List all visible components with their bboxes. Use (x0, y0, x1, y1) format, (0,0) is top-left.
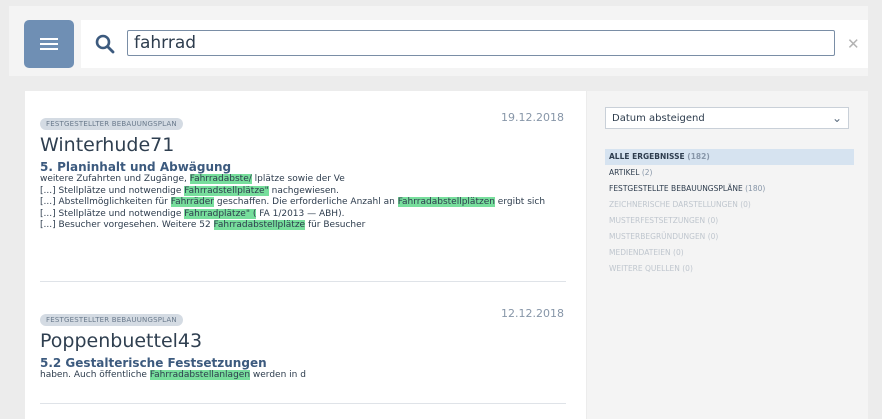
result-divider (40, 281, 566, 282)
filter-count: (0) (740, 200, 751, 209)
filter-count: (0) (682, 264, 693, 273)
snippet-text: nachgewiesen. (268, 185, 339, 196)
search-icon[interactable] (94, 33, 116, 55)
snippet-text: haben. Auch öffentliche (40, 370, 150, 380)
filter-item[interactable]: FESTGESTELLTE BEBAUUNGSPLÄNE (180) (605, 181, 854, 197)
results-list: FESTGESTELLTER BEBAUUNGSPLAN 19.12.2018 … (25, 91, 586, 419)
snippet-text: lplätze sowie der Ve (251, 174, 345, 184)
result-divider (40, 403, 566, 404)
filter-label: MEDIENDATEIEN (609, 248, 674, 257)
search-highlight: Fahrradabstellplätze (213, 220, 306, 230)
menu-icon (40, 37, 58, 51)
search-bar: ✕ (9, 6, 868, 76)
filter-item[interactable]: MUSTERFESTSETZUNGEN (0) (605, 213, 854, 229)
search-highlight: Fahrradplätze" ( (184, 208, 257, 219)
result-date: 12.12.2018 (501, 307, 564, 320)
search-field: ✕ (81, 20, 868, 68)
snippet-text: [...] Abstellmöglichkeiten für (40, 197, 171, 207)
snippet-text: [...] Stellplätze und notwendige (40, 185, 185, 196)
filter-label: MUSTERFESTSETZUNGEN (609, 216, 708, 225)
filter-count: (0) (673, 248, 684, 257)
snippet-line: [...] Besucher vorgesehen. Weitere 52 Fa… (40, 220, 560, 232)
snippet-text: [...] Besucher vorgesehen. Weitere 52 (40, 220, 214, 230)
result-section-heading[interactable]: 5.2 Gestalterische Festsetzungen (40, 356, 586, 370)
result-section-heading[interactable]: 5. Planinhalt und Abwägung (40, 160, 586, 174)
filter-item[interactable]: ARTIKEL (2) (605, 165, 854, 181)
filter-label: FESTGESTELLTE BEBAUUNGSPLÄNE (609, 184, 746, 193)
filter-count: (0) (707, 216, 719, 225)
search-input[interactable] (127, 30, 835, 56)
menu-button[interactable] (24, 20, 74, 68)
filter-label: WEITERE QUELLEN (609, 264, 683, 273)
result-type-badge: FESTGESTELLTER BEBAUUNGSPLAN (40, 118, 183, 130)
filter-count: (182) (687, 152, 710, 161)
filter-item[interactable]: MEDIENDATEIEN (0) (605, 245, 854, 261)
search-highlight: Fahrradabste/ (189, 174, 252, 184)
result-date: 19.12.2018 (501, 111, 564, 124)
close-icon[interactable]: ✕ (847, 35, 860, 53)
filter-item[interactable]: ALLE ERGEBNISSE (182) (605, 149, 854, 165)
snippet-text: ergibt sich (494, 197, 546, 207)
search-highlight: Fahrräder (170, 197, 215, 207)
search-highlight: Fahrradabstellplätzen (397, 197, 495, 207)
filter-label: ARTIKEL (609, 168, 642, 177)
result-title[interactable]: Poppenbuettel43 (40, 330, 586, 352)
search-highlight: Fahrradstellplätze" (184, 185, 269, 196)
chevron-down-icon: ⌄ (831, 111, 842, 125)
snippet-text: weitere Zufahrten und Zugänge, (40, 174, 190, 184)
result-item[interactable]: FESTGESTELLTER BEBAUUNGSPLAN 12.12.2018 … (40, 307, 586, 382)
snippet-line: [...] Stellplätze und notwendige Fahrrad… (40, 185, 560, 198)
result-snippets: haben. Auch öffentliche Fahrradabstellan… (40, 370, 560, 382)
snippet-line: [...] Stellplätze und notwendige Fahrrad… (40, 208, 560, 221)
result-title[interactable]: Winterhude71 (40, 134, 586, 156)
snippet-line: haben. Auch öffentliche Fahrradabstellan… (40, 370, 560, 382)
snippet-text: [...] Stellplätze und notwendige (40, 208, 185, 219)
sort-dropdown[interactable]: Datum absteigend ⌄ (605, 107, 849, 129)
snippet-text: FA 1/2013 — ABH). (256, 208, 345, 219)
snippet-text: für Besucher (305, 220, 366, 230)
sort-selected-label: Datum absteigend (612, 113, 705, 124)
filter-label: ALLE ERGEBNISSE (609, 152, 688, 161)
filter-item[interactable]: MUSTERBEGRÜNDUNGEN (0) (605, 229, 854, 245)
result-type-badge: FESTGESTELLTER BEBAUUNGSPLAN (40, 314, 183, 326)
result-snippets: weitere Zufahrten und Zugänge, Fahrradab… (40, 174, 560, 232)
filter-list: ALLE ERGEBNISSE (182) ARTIKEL (2) FESTGEST… (605, 149, 854, 277)
filter-count: (0) (707, 232, 719, 241)
sidebar: Datum absteigend ⌄ ALLE ERGEBNISSE (182)… (587, 91, 868, 419)
snippet-text: werden in d (250, 370, 306, 380)
filter-label: MUSTERBEGRÜNDUNGEN (609, 232, 708, 241)
snippet-line: weitere Zufahrten und Zugänge, Fahrradab… (40, 174, 560, 186)
filter-count: (2) (641, 168, 653, 177)
snippet-text: geschaffen. Die erforderliche Anzahl an (214, 197, 398, 207)
search-highlight: Fahrradabstellanlagen (149, 370, 251, 380)
filter-item[interactable]: ZEICHNERISCHE DARSTELLUNGEN (0) (605, 197, 854, 213)
filter-label: ZEICHNERISCHE DARSTELLUNGEN (609, 200, 741, 209)
snippet-line: [...] Abstellmöglichkeiten für Fahrräder… (40, 197, 560, 209)
result-item[interactable]: FESTGESTELLTER BEBAUUNGSPLAN 19.12.2018 … (40, 111, 586, 232)
filter-count: (180) (745, 184, 766, 193)
filter-item[interactable]: WEITERE QUELLEN (0) (605, 261, 854, 277)
